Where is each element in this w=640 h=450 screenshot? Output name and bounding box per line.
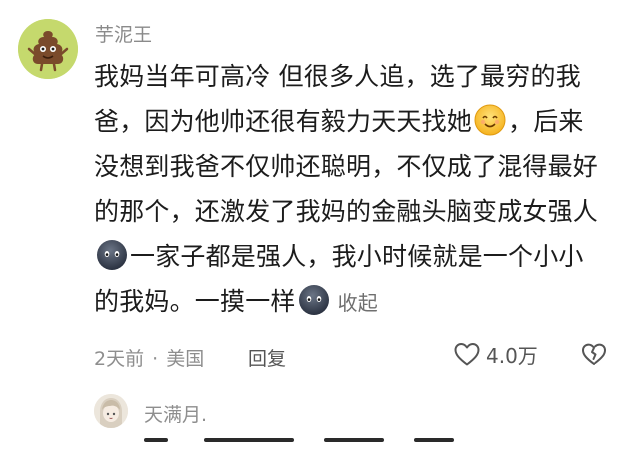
reply-text-cropped xyxy=(144,430,504,450)
cropped-text-fragment xyxy=(144,438,168,442)
comment-line-segment: 的我妈。一摸一样 xyxy=(94,287,296,316)
comment-line-segment: ，后来 xyxy=(508,107,584,136)
cropped-text-fragment xyxy=(324,438,384,442)
reply-avatar[interactable] xyxy=(94,394,128,428)
dark-face-emoji xyxy=(298,284,330,316)
comment-line: 我妈当年可高冷 但很多人追，选了最穷的我 xyxy=(94,62,581,91)
meta-separator: · xyxy=(152,348,159,370)
comment-line: 的我妈。一摸一样 收起 xyxy=(94,279,624,324)
like-count: 4.0万 xyxy=(486,343,538,368)
comment-text: 我妈当年可高冷 但很多人追，选了最穷的我 爸，因为他帅还很有毅力天天找她 ，后来 … xyxy=(94,54,624,324)
comment-line: 的那个，还激发了我妈的金融头脑变成女强人 xyxy=(94,197,599,226)
dislike-button[interactable] xyxy=(580,340,608,368)
comment-time: 2天前 xyxy=(94,348,145,370)
comment-meta: 2天前 · 美国 xyxy=(94,344,206,371)
heart-outline-icon xyxy=(454,343,480,366)
broken-heart-icon xyxy=(582,343,606,365)
smiling-face-emoji xyxy=(474,104,506,136)
comment-location: 美国 xyxy=(166,348,205,370)
comment-line: 爸，因为他帅还很有毅力天天找她 ，后来 xyxy=(94,99,624,144)
comment-line-segment: 一家子都是强人，我小时候就是一个小小 xyxy=(130,242,584,271)
cropped-text-fragment xyxy=(204,438,294,442)
comment-line: 没想到我爸不仅帅还聪明，不仅成了混得最好 xyxy=(94,152,599,181)
comment-line-segment: 爸，因为他帅还很有毅力天天找她 xyxy=(94,107,473,136)
cropped-text-fragment xyxy=(414,438,454,442)
comment-avatar[interactable] xyxy=(18,19,78,79)
collapse-button[interactable]: 收起 xyxy=(338,291,378,315)
anime-character-avatar-icon xyxy=(94,394,128,428)
reply-button[interactable]: 回复 xyxy=(248,344,286,371)
like-button[interactable]: 4.0万 xyxy=(452,339,538,369)
comment-username[interactable]: 芋泥王 xyxy=(95,20,152,47)
dark-face-emoji xyxy=(96,239,128,271)
reply-username[interactable]: 天满月. xyxy=(144,400,207,427)
poop-character-icon xyxy=(18,19,78,79)
comment-line: 一家子都是强人，我小时候就是一个小小 xyxy=(94,234,624,279)
